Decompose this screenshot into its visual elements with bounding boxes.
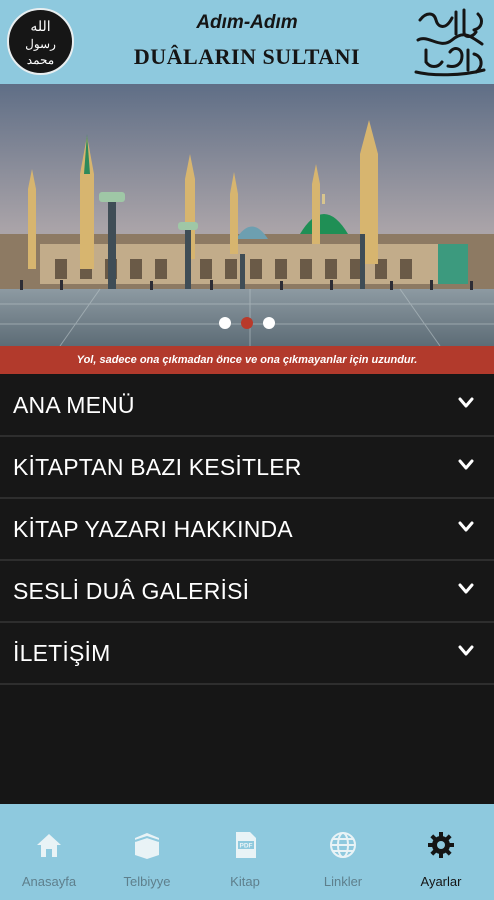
menu-item-label: İLETİŞİM xyxy=(13,640,111,666)
menu-item-label: SESLİ DUÂ GALERİSİ xyxy=(13,578,250,604)
app-header: الله رسول محمد Adım-Adım DUÂLARIN SULTAN… xyxy=(0,0,494,84)
salawat-calligraphy-icon xyxy=(414,8,486,77)
kaaba-icon xyxy=(134,833,160,859)
chevron-down-icon[interactable] xyxy=(458,397,474,409)
svg-text:PDF: PDF xyxy=(240,843,253,850)
menu-item-label: ANA MENÜ xyxy=(13,392,135,418)
mosque-photo xyxy=(0,84,494,346)
gear-icon xyxy=(428,832,454,858)
tab-ayarlar[interactable]: Ayarlar xyxy=(392,804,490,900)
tab-label: Kitap xyxy=(230,874,260,889)
hero-carousel[interactable] xyxy=(0,84,494,346)
tab-kitap[interactable]: PDF Kitap xyxy=(196,804,294,900)
tab-label: Linkler xyxy=(323,874,363,889)
main-menu: ANA MENÜ KİTAPTAN BAZI KESİTLER KİTAP YA… xyxy=(0,375,494,685)
menu-item-sesli-dua[interactable]: SESLİ DUÂ GALERİSİ xyxy=(0,561,494,623)
chevron-down-icon[interactable] xyxy=(458,459,474,471)
tab-label: Anasayfa xyxy=(21,874,77,889)
tab-telbiyye[interactable]: Telbiyye xyxy=(98,804,196,900)
bottom-navigation: Anasayfa Telbiyye PDF Kitap Linkler Ayar… xyxy=(0,804,494,900)
menu-item-kitap-yazari[interactable]: KİTAP YAZARI HAKKINDA xyxy=(0,499,494,561)
carousel-dot[interactable] xyxy=(219,317,231,329)
chevron-down-icon[interactable] xyxy=(458,521,474,533)
globe-icon xyxy=(330,832,356,858)
pdf-icon: PDF xyxy=(236,832,256,858)
carousel-indicator xyxy=(0,317,494,329)
menu-item-label: KİTAP YAZARI HAKKINDA xyxy=(13,516,293,542)
chevron-down-icon[interactable] xyxy=(458,583,474,595)
carousel-dot[interactable] xyxy=(263,317,275,329)
tab-linkler[interactable]: Linkler xyxy=(294,804,392,900)
menu-item-label: KİTAPTAN BAZI KESİTLER xyxy=(13,454,302,480)
home-icon xyxy=(37,834,61,857)
menu-item-ana-menu[interactable]: ANA MENÜ xyxy=(0,375,494,437)
menu-item-kitaptan-kesitler[interactable]: KİTAPTAN BAZI KESİTLER xyxy=(0,437,494,499)
menu-item-iletisim[interactable]: İLETİŞİM xyxy=(0,623,494,685)
tab-label: Ayarlar xyxy=(420,874,462,889)
chevron-down-icon[interactable] xyxy=(458,645,474,657)
tab-label: Telbiyye xyxy=(123,874,171,889)
tab-anasayfa[interactable]: Anasayfa xyxy=(0,804,98,900)
carousel-dot-active[interactable] xyxy=(241,317,253,329)
quote-banner: Yol, sadece ona çıkmadan önce ve ona çık… xyxy=(0,346,494,374)
